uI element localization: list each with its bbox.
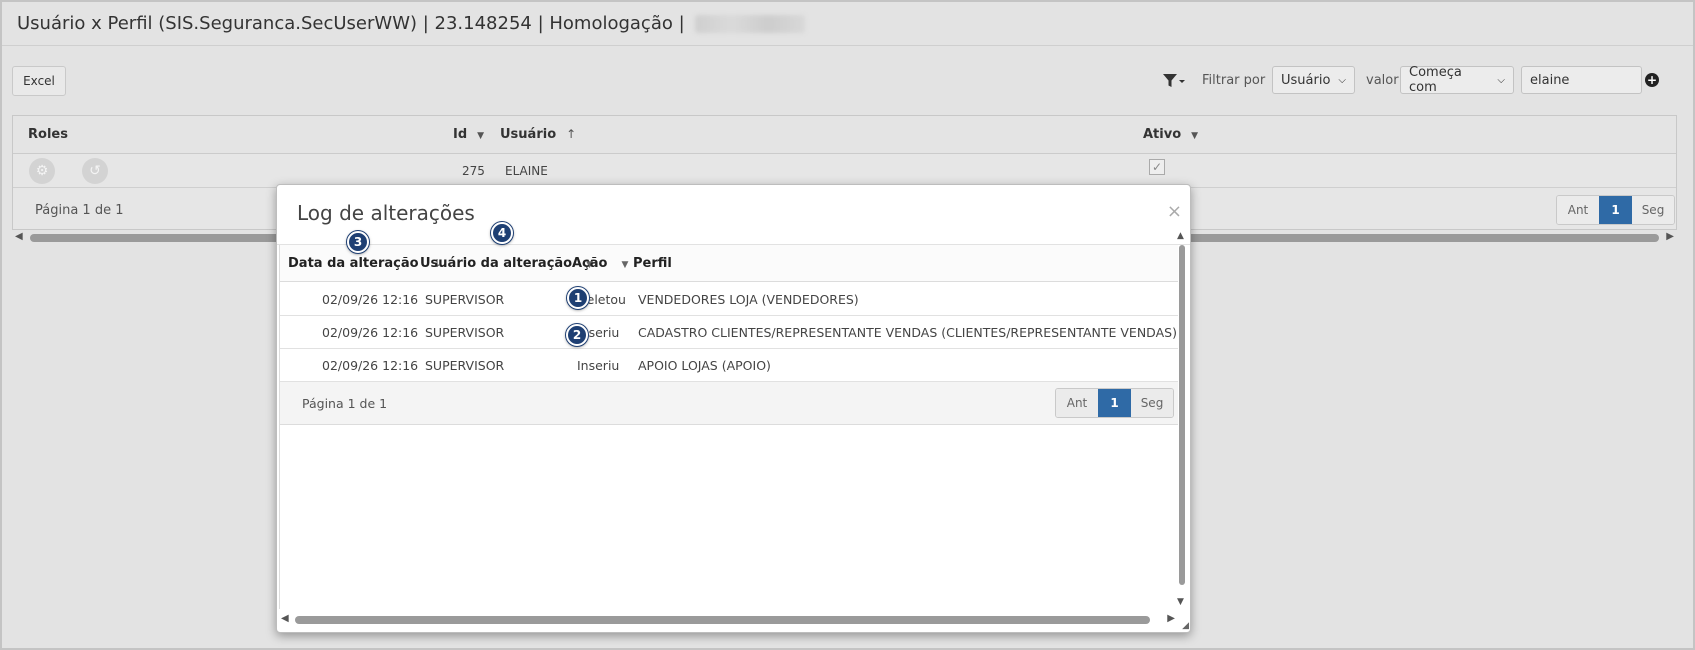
- scroll-right-icon[interactable]: ▶: [1167, 613, 1175, 624]
- next-page-button[interactable]: Seg: [1131, 389, 1173, 417]
- column-id[interactable]: Id ▼: [453, 127, 484, 142]
- operator-value: Começa com: [1409, 65, 1462, 95]
- row-id: 275: [462, 164, 485, 178]
- chevron-down-icon: ⌵: [1338, 74, 1346, 86]
- modal-vertical-scrollbar[interactable]: ▲ ▼: [1176, 231, 1188, 607]
- scroll-right-icon[interactable]: ▶: [1666, 231, 1674, 242]
- page-info: Página 1 de 1: [35, 203, 124, 218]
- modal-page-info: Página 1 de 1: [302, 396, 388, 411]
- scroll-left-icon[interactable]: ◀: [15, 231, 23, 242]
- cell-data: 02/09/26 12:16: [322, 358, 419, 373]
- annotation-badge-3: 3: [347, 231, 369, 253]
- value-label: valor: [1366, 73, 1399, 88]
- cell-data: 02/09/26 12:16: [322, 292, 419, 307]
- operator-select[interactable]: Começa com ⌵: [1400, 65, 1514, 95]
- cell-perfil: APOIO LOJAS (APOIO): [638, 358, 771, 373]
- table-row[interactable]: ⚙ ↺ 275 ELAINE ✓: [13, 154, 1676, 188]
- scroll-down-icon[interactable]: ▼: [1177, 597, 1184, 607]
- close-icon[interactable]: ×: [1167, 201, 1182, 222]
- grid-header: Roles Id ▼ Usuário ↑ Ativo ▼: [13, 116, 1676, 154]
- excel-export-button[interactable]: Excel: [12, 66, 66, 96]
- table-row[interactable]: 02/09/26 12:16 SUPERVISOR Inseriu CADAST…: [280, 316, 1178, 349]
- prev-page-button[interactable]: Ant: [1056, 389, 1098, 417]
- annotation-badge-2: 2: [566, 324, 588, 346]
- window-title: Usuário x Perfil (SIS.Seguranca.SecUserW…: [17, 13, 685, 34]
- filter-field-select[interactable]: Usuário ⌵: [1272, 66, 1355, 94]
- cell-usuario: SUPERVISOR: [425, 358, 505, 373]
- column-usuario-label: Usuário: [500, 127, 557, 142]
- annotation-badge-4: 4: [491, 222, 513, 244]
- filter-field-value: Usuário: [1281, 72, 1331, 88]
- row-usuario: ELAINE: [505, 164, 548, 178]
- scrollbar-thumb[interactable]: [295, 616, 1150, 624]
- sort-up-icon[interactable]: ↑: [566, 127, 576, 141]
- cell-acao: Inseriu: [577, 358, 620, 373]
- checkbox-icon: ✓: [1149, 159, 1165, 175]
- page-1-button[interactable]: 1: [1599, 196, 1632, 224]
- change-log-footer: Página 1 de 1 Ant 1 Seg: [280, 382, 1178, 425]
- filter-value-text: elaine: [1530, 72, 1570, 88]
- gear-icon[interactable]: ⚙: [29, 158, 55, 184]
- add-filter-icon[interactable]: +: [1645, 73, 1659, 87]
- modal-title: Log de alterações: [297, 201, 475, 225]
- column-id-label: Id: [453, 127, 468, 142]
- filter-icon[interactable]: [1162, 72, 1186, 90]
- column-usuario-label: Usuário da alteração: [420, 256, 573, 271]
- change-log-modal: Log de alterações × Data da alteração ↓ U…: [276, 184, 1191, 633]
- column-acao-label: Ação: [572, 256, 608, 271]
- cell-data: 02/09/26 12:16: [322, 325, 419, 340]
- scroll-left-icon[interactable]: ◀: [281, 613, 289, 624]
- column-data-alteracao[interactable]: Data da alteração ↓: [288, 256, 442, 271]
- change-log-header: Data da alteração ↓ Usuário da alteração ▼…: [280, 245, 1178, 282]
- history-icon[interactable]: ↺: [82, 158, 108, 184]
- modal-pagination: Ant 1 Seg: [1055, 388, 1174, 418]
- column-usuario-alteracao[interactable]: Usuário da alteração ▼: [420, 256, 593, 271]
- window-title-bar: Usuário x Perfil (SIS.Seguranca.SecUserW…: [2, 2, 1693, 46]
- next-page-button[interactable]: Seg: [1632, 196, 1674, 224]
- cell-usuario: SUPERVISOR: [425, 325, 505, 340]
- pagination: Ant 1 Seg: [1556, 195, 1675, 225]
- scrollbar-thumb[interactable]: [1179, 245, 1185, 585]
- cell-usuario: SUPERVISOR: [425, 292, 505, 307]
- resize-handle-icon[interactable]: ◢: [1182, 621, 1189, 631]
- chevron-down-icon: ⌵: [1497, 74, 1505, 86]
- column-ativo[interactable]: Ativo ▼: [1143, 127, 1198, 142]
- annotation-badge-1: 1: [567, 287, 589, 309]
- column-usuario[interactable]: Usuário ↑: [500, 127, 576, 142]
- column-roles[interactable]: Roles: [28, 127, 68, 142]
- filter-by-label: Filtrar por: [1202, 73, 1266, 88]
- cell-perfil: VENDEDORES LOJA (VENDEDORES): [638, 292, 859, 307]
- caret-down-icon[interactable]: ▼: [477, 131, 484, 141]
- prev-page-button[interactable]: Ant: [1557, 196, 1599, 224]
- caret-down-icon[interactable]: ▼: [621, 260, 628, 270]
- modal-horizontal-scrollbar[interactable]: ◀ ▶: [279, 613, 1179, 626]
- column-acao[interactable]: Ação ▼: [572, 256, 628, 271]
- table-row[interactable]: 02/09/26 12:16 SUPERVISOR Inseriu APOIO …: [280, 349, 1178, 382]
- table-row[interactable]: 02/09/26 12:16 SUPERVISOR Deletou VENDED…: [280, 283, 1178, 316]
- cell-perfil: CADASTRO CLIENTES/REPRESENTANTE VENDAS (…: [638, 325, 1177, 340]
- blurred-username: [694, 14, 805, 33]
- column-ativo-label: Ativo: [1143, 127, 1182, 142]
- filter-value-input[interactable]: elaine: [1521, 66, 1642, 94]
- column-data-label: Data da alteração: [288, 256, 419, 271]
- caret-down-icon[interactable]: ▼: [1191, 131, 1198, 141]
- page-1-button[interactable]: 1: [1098, 389, 1131, 417]
- scroll-up-icon[interactable]: ▲: [1177, 231, 1184, 241]
- column-perfil[interactable]: Perfil: [633, 256, 672, 271]
- change-log-table: Data da alteração ↓ Usuário da alteração ▼…: [279, 245, 1179, 609]
